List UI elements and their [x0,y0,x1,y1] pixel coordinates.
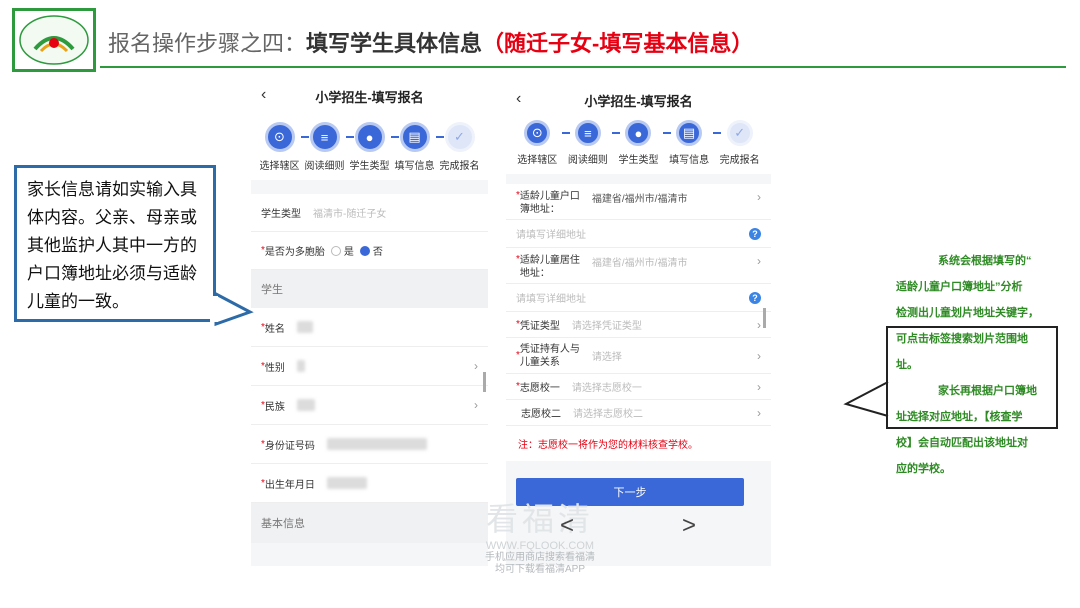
birth-date-field[interactable]: * 出生年月日 [251,464,488,503]
section-student: 学生 [251,270,488,308]
slide-title: 报名操作步骤之四：填写学生具体信息（随迁子女-填写基本信息） [108,31,754,56]
blurred-value [296,321,313,333]
school-choice-2-field[interactable]: 志愿校二 请选择志愿校二 › [506,400,771,426]
section-basic-info: 基本信息 [251,503,488,543]
chevron-right-icon: › [757,254,761,268]
step-read-rules: ≡ 阅读细则 [302,122,354,172]
school-logo [12,8,96,72]
back-icon[interactable]: ‹ [261,86,266,104]
radio-yes[interactable] [330,245,341,256]
check-icon: ✓ [444,122,475,152]
next-arrow-icon[interactable]: > [682,512,696,540]
step-complete: ✓ 完成报名 [437,122,482,172]
phone-header: ‹ 小学招生-填写报名 [506,88,771,112]
chevron-right-icon: › [757,190,761,204]
person-icon: ● [625,120,652,146]
chevron-right-icon: › [757,348,761,363]
multiple-birth-row: * 是否为多胞胎 是 否 [251,232,488,270]
form-icon: ▤ [676,120,703,146]
blurred-value [296,360,305,372]
gender-field[interactable]: * 性别 › [251,347,488,386]
prev-arrow-icon[interactable]: < [560,512,574,539]
step-select-district: ⊙ 选择辖区 [257,122,309,172]
holder-relation-field[interactable]: * 凭证持有人与 儿童关系 请选择 › [506,338,771,374]
chevron-right-icon: › [474,398,478,412]
hukou-address-field[interactable]: * 适龄儿童户口 簿地址： 福建省/福州市/福清市 › [506,184,771,220]
ethnicity-field[interactable]: * 民族 › [251,386,488,425]
step-select-district: ⊙ 选择辖区 [512,120,570,166]
residence-address-field[interactable]: * 适龄儿童居住 地址： 福建省/福州市/福清市 › [506,248,771,284]
step-student-type: ● 学生类型 [613,120,671,166]
id-number-field[interactable]: * 身份证号码 [251,425,488,464]
certificate-type-field[interactable]: * 凭证类型 请选择凭证类型 › [506,312,771,338]
progress-steps: ⊙ 选择辖区 ≡ 阅读细则 ● 学生类型 ▤ 填写信息 ✓ 完成报名 [251,116,488,180]
school-choice-1-field[interactable]: * 志愿校一 请选择志愿校一 › [506,374,771,400]
phone-title: 小学招生-填写报名 [315,89,424,105]
phone-header: ‹ 小学招生-填写报名 [251,76,488,116]
blurred-value [326,438,427,450]
radio-no[interactable] [359,245,370,256]
scrollbar-handle[interactable] [483,372,486,392]
hukou-detail-input[interactable]: 请填写详细地址? [506,220,771,248]
blurred-value [326,477,367,489]
slide-nav: < > [560,512,696,540]
location-icon: ⊙ [524,120,551,146]
step-fill-info: ▤ 填写信息 [392,122,444,172]
location-icon: ⊙ [264,122,295,152]
step-complete: ✓ 完成报名 [714,120,765,166]
callout-pointer [210,291,254,327]
callout-pointer [843,381,889,417]
blurred-value [296,399,315,411]
help-icon[interactable]: ? [749,291,761,304]
document-icon: ≡ [574,120,601,146]
form-icon: ▤ [399,122,430,152]
check-icon: ✓ [726,120,753,146]
chevron-right-icon: › [757,317,761,332]
school-note: 注：志愿校一将作为您的材料核查学校。 [506,426,771,461]
progress-steps: ⊙ 选择辖区 ≡ 阅读细则 ● 学生类型 ▤ 填写信息 ✓ 完成报名 [506,112,771,174]
step-student-type: ● 学生类型 [347,122,399,172]
step-read-rules: ≡ 阅读细则 [563,120,621,166]
name-field[interactable]: * 姓名 [251,308,488,347]
watermark: 看福清 WWW.FQLOOK.COM 手机应用商店搜索看福清 均可下载看福清AP… [485,501,595,575]
help-icon[interactable]: ? [749,227,761,240]
step-fill-info: ▤ 填写信息 [664,120,722,166]
person-icon: ● [354,122,385,152]
phone-title: 小学招生-填写报名 [584,93,693,109]
chevron-right-icon: › [757,379,761,394]
back-icon[interactable]: ‹ [516,90,521,108]
chevron-right-icon: › [757,405,761,420]
parent-info-callout: 家长信息请如实输入具体内容。父亲、母亲或其他监护人其中一方的户口簿地址必须与适龄… [14,165,216,322]
chevron-right-icon: › [474,359,478,373]
title-divider [100,66,1066,68]
residence-detail-input[interactable]: 请填写详细地址? [506,284,771,312]
scrollbar-handle[interactable] [763,308,766,328]
address-explanation-text: 系统会根据填写的“ 适龄儿童户口簿地址”分析 检测出儿童划片地址关键字， 可点击… [896,255,1039,475]
phone-screen-basic-info: ‹ 小学招生-填写报名 ⊙ 选择辖区 ≡ 阅读细则 ● 学生类型 ▤ 填写信息 ✓ 完成报… [251,76,488,566]
document-icon: ≡ [309,122,340,152]
student-type-row[interactable]: 学生类型 福清市-随迁子女 [251,194,488,232]
